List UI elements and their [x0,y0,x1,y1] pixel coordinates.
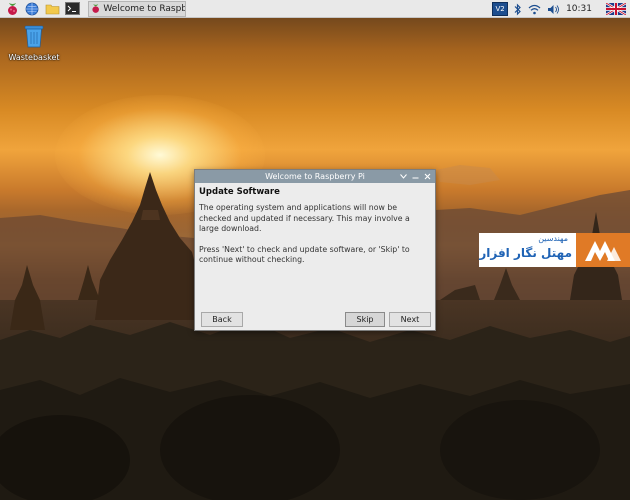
dialog-title: Welcome to Raspberry Pi [265,172,365,181]
minimize-icon[interactable] [411,172,420,181]
task-label: Welcome to Raspberr... [103,3,185,14]
skip-button[interactable]: Skip [345,312,385,327]
close-icon[interactable] [423,172,432,181]
raspberry-icon [92,4,99,13]
wifi-icon[interactable] [528,4,541,15]
clock[interactable]: 10:31 [566,4,592,14]
raspberry-icon[interactable] [4,1,20,17]
vnc-label: V2 [492,2,509,16]
wastebasket-desktop-icon[interactable]: Wastebasket [6,24,62,62]
system-tray: V2 10:31 [492,0,630,18]
dialog-heading: Update Software [199,187,280,197]
terminal-icon[interactable] [64,1,80,17]
watermark-line-1: مهندسین [538,234,568,243]
uk-flag-icon[interactable] [606,3,626,15]
trash-icon [24,25,44,48]
dialog-paragraph-1: The operating system and applications wi… [199,203,410,233]
bluetooth-icon[interactable] [514,3,522,16]
dialog-paragraph-2: Press 'Next' to check and update softwar… [199,244,410,265]
taskbar: Welcome to Raspberr... V2 10:31 [0,0,630,18]
taskbar-task-welcome[interactable]: Welcome to Raspberr... [88,0,186,17]
watermark-line-2: مهتل نگار افزار [479,246,572,260]
wastebasket-label: Wastebasket [8,53,60,62]
volume-icon[interactable] [547,4,560,15]
watermark-logo: مهندسین مهتل نگار افزار [479,233,630,267]
dialog-titlebar[interactable]: Welcome to Raspberry Pi [195,170,435,183]
back-button[interactable]: Back [201,312,243,327]
folder-icon[interactable] [44,1,60,17]
welcome-dialog: Welcome to Raspberry Pi Update Software … [194,169,436,331]
dialog-body: Update Software The operating system and… [195,183,435,266]
vnc-icon[interactable]: V2 [492,2,509,16]
globe-icon[interactable] [24,1,40,17]
watermark-text-block: مهندسین مهتل نگار افزار [479,233,576,267]
watermark-mark-icon [576,233,630,267]
chevron-down-icon[interactable] [399,172,408,181]
next-button[interactable]: Next [389,312,431,327]
